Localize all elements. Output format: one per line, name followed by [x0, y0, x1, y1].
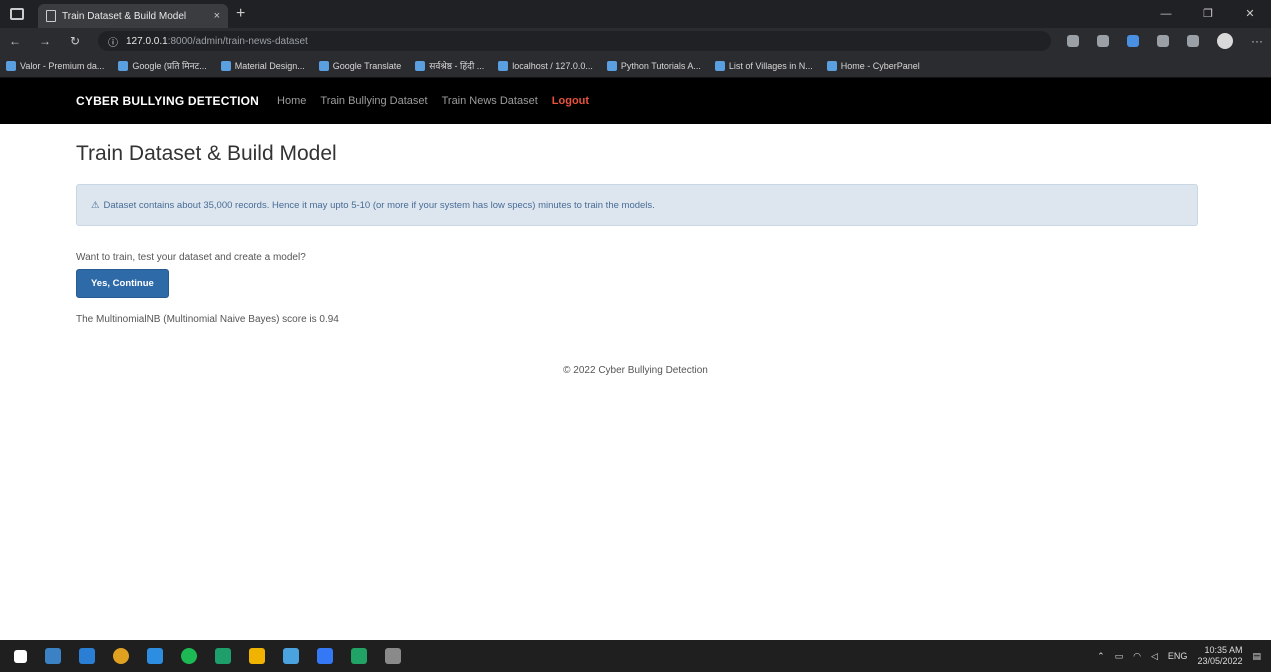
new-tab-button[interactable]: +: [236, 5, 245, 23]
bookmark-icon: [714, 60, 725, 71]
volume-icon[interactable]: ◁: [1151, 651, 1158, 662]
tab-close-icon[interactable]: ×: [214, 10, 220, 22]
browser-toolbar: ···: [1067, 33, 1263, 49]
info-alert: ⚠ Dataset contains about 35,000 records.…: [76, 184, 1198, 226]
edge-icon[interactable]: [79, 648, 95, 664]
browser-tab[interactable]: Train Dataset & Build Model ×: [38, 4, 228, 28]
profile-avatar[interactable]: [1217, 33, 1233, 49]
browser-addressbar: ← → ↻ ⓘ 127.0.0.1:8000/admin/train-news-…: [0, 28, 1271, 54]
main-content: Train Dataset & Build Model ⚠ Dataset co…: [0, 124, 1271, 376]
bookmark[interactable]: localhost / 127.0.0...: [498, 60, 593, 71]
clock-time: 10:35 AM: [1204, 645, 1243, 655]
warning-icon: ⚠: [91, 199, 100, 211]
brand-logo[interactable]: CYBER BULLYING DETECTION: [76, 94, 259, 108]
bookmark[interactable]: सर्वश्रेष्ठ - हिंदी ...: [415, 59, 484, 72]
window-controls: — ❐ ✕: [1145, 0, 1271, 28]
alert-text: Dataset contains about 35,000 records. H…: [103, 199, 655, 211]
chevron-up-icon[interactable]: ⌃: [1097, 651, 1105, 662]
favorites-icon[interactable]: [1097, 35, 1109, 47]
bookmark-icon: [318, 60, 329, 71]
nav-train-bullying-dataset[interactable]: Train Bullying Dataset: [320, 95, 427, 107]
bookmark-icon: [118, 60, 129, 71]
app-icon[interactable]: [215, 648, 231, 664]
bookmark[interactable]: List of Villages in N...: [714, 60, 813, 71]
close-window-icon[interactable]: ✕: [1229, 0, 1271, 28]
start-icon[interactable]: [14, 649, 27, 663]
bookmark[interactable]: Python Tutorials A...: [606, 60, 701, 71]
back-icon[interactable]: ←: [8, 34, 22, 48]
url-field[interactable]: ⓘ 127.0.0.1:8000/admin/train-news-datase…: [98, 31, 1051, 51]
bookmark[interactable]: Google Translate: [318, 60, 401, 71]
bookmark-icon: [6, 60, 16, 71]
bookmark[interactable]: Google (प्रति मिनट...: [118, 59, 207, 72]
bookmark[interactable]: Material Design...: [220, 60, 305, 71]
taskbar: ⌃ ▭ ◠ ◁ ENG 10:35 AM 23/05/2022 ▤: [0, 640, 1271, 672]
url-path: :8000/admin/train-news-dataset: [167, 35, 308, 47]
read-aloud-icon[interactable]: [1067, 35, 1079, 47]
site-navbar: CYBER BULLYING DETECTION Home Train Bull…: [0, 78, 1271, 124]
chrome-icon[interactable]: [113, 648, 129, 664]
bookmark-icon: [606, 60, 617, 71]
app-icon[interactable]: [385, 648, 401, 664]
store-icon[interactable]: [317, 648, 333, 664]
collections-icon[interactable]: [1157, 35, 1169, 47]
page-title: Train Dataset & Build Model: [76, 142, 337, 165]
nav-logout[interactable]: Logout: [552, 95, 589, 107]
maximize-icon[interactable]: ❐: [1187, 0, 1229, 28]
window-menu-icon[interactable]: [10, 8, 24, 20]
info-icon[interactable]: ⓘ: [108, 34, 118, 49]
minimize-icon[interactable]: —: [1145, 0, 1187, 28]
url-host: 127.0.0.1: [126, 35, 168, 47]
more-menu-icon[interactable]: ···: [1251, 34, 1263, 48]
page-icon: [46, 10, 56, 22]
bookmark-icon: [826, 60, 837, 71]
clock[interactable]: 10:35 AM 23/05/2022: [1197, 645, 1242, 667]
bookmark[interactable]: Valor - Premium da...: [6, 60, 104, 71]
footer: © 2022 Cyber Bullying Detection: [563, 365, 708, 376]
nav-train-news-dataset[interactable]: Train News Dataset: [442, 95, 538, 107]
explorer-icon[interactable]: [249, 648, 265, 664]
taskview-icon[interactable]: [45, 648, 61, 664]
reload-icon[interactable]: ↻: [68, 34, 82, 48]
bookmark[interactable]: Home - CyberPanel: [826, 60, 920, 71]
excel-icon[interactable]: [351, 648, 367, 664]
clock-date: 23/05/2022: [1197, 656, 1243, 666]
wifi-icon[interactable]: ◠: [1133, 651, 1141, 662]
language-indicator[interactable]: ENG: [1168, 651, 1188, 661]
nav-home[interactable]: Home: [277, 95, 306, 107]
bookmark-icon: [498, 60, 509, 71]
extension-icon[interactable]: [1127, 35, 1139, 47]
browser-tabbar: Train Dataset & Build Model × + — ❐ ✕: [0, 0, 1271, 28]
vscode-icon[interactable]: [147, 648, 163, 664]
battery-icon[interactable]: ▭: [1115, 651, 1124, 662]
system-tray: ⌃ ▭ ◠ ◁ ENG 10:35 AM 23/05/2022 ▤: [1097, 640, 1261, 672]
train-prompt: Want to train, test your dataset and cre…: [76, 252, 306, 263]
bookmark-icon: [220, 60, 231, 71]
forward-icon[interactable]: →: [38, 34, 52, 48]
bookmark-icon: [415, 60, 426, 71]
continue-button[interactable]: Yes, Continue: [76, 269, 169, 298]
tab-title: Train Dataset & Build Model: [62, 10, 187, 22]
split-screen-icon[interactable]: [1187, 35, 1199, 47]
model-score: The MultinomialNB (Multinomial Naive Bay…: [76, 314, 339, 325]
notification-icon[interactable]: ▤: [1252, 651, 1261, 662]
app-icon[interactable]: [283, 648, 299, 664]
spotify-icon[interactable]: [181, 648, 197, 664]
bookmarks-bar: Valor - Premium da... Google (प्रति मिनट…: [0, 54, 1271, 78]
